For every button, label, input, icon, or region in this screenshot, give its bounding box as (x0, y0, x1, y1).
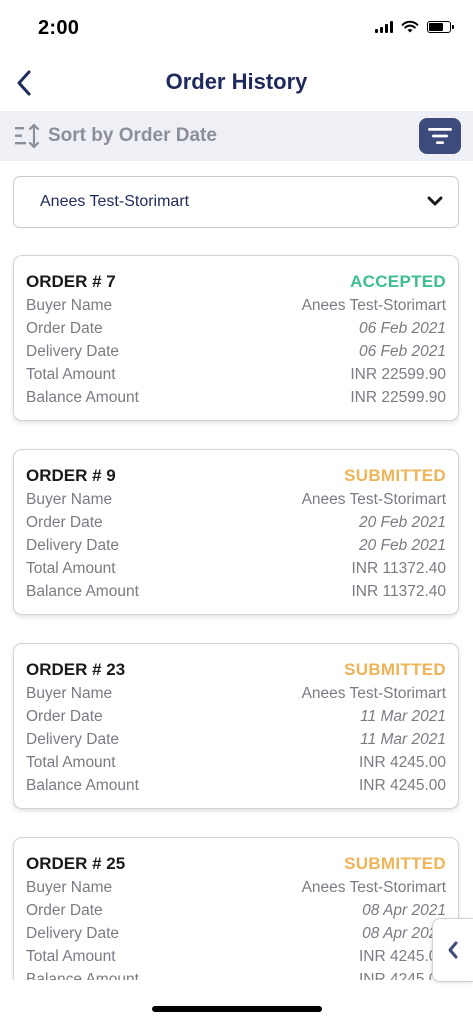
order-card[interactable]: ORDER # 7 ACCEPTED Buyer Name Anees Test… (13, 255, 459, 421)
status-badge: SUBMITTED (344, 660, 446, 679)
order-card[interactable]: ORDER # 23 SUBMITTED Buyer Name Anees Te… (13, 643, 459, 809)
total-amount-label: Total Amount (26, 948, 116, 965)
total-amount-value: INR 22599.90 (350, 366, 446, 383)
balance-amount-value: INR 22599.90 (350, 389, 446, 406)
home-indicator (152, 1006, 322, 1012)
delivery-date-label: Delivery Date (26, 731, 120, 748)
balance-amount-label: Balance Amount (26, 971, 139, 980)
side-drawer-toggle[interactable] (432, 918, 473, 982)
order-date-value: 06 Feb 2021 (358, 320, 446, 337)
status-badge: SUBMITTED (344, 854, 446, 873)
order-date-label: Order Date (26, 514, 103, 531)
total-amount-value: INR 11372.40 (351, 560, 447, 577)
buyer-name-label: Buyer Name (26, 491, 113, 508)
order-date-label: Order Date (26, 902, 103, 919)
buyer-name-label: Buyer Name (26, 879, 113, 896)
buyer-name-label: Buyer Name (26, 297, 113, 314)
balance-amount-value: INR 11372.40 (351, 583, 447, 600)
order-card[interactable]: ORDER # 25 SUBMITTED Buyer Name Anees Te… (13, 837, 459, 980)
order-card[interactable]: ORDER # 9 SUBMITTED Buyer Name Anees Tes… (13, 449, 459, 615)
balance-amount-label: Balance Amount (26, 583, 139, 600)
order-number: ORDER # 25 (26, 854, 126, 873)
order-number: ORDER # 7 (26, 272, 116, 291)
total-amount-label: Total Amount (26, 560, 116, 577)
order-date-value: 20 Feb 2021 (358, 514, 446, 531)
order-number: ORDER # 9 (26, 466, 116, 485)
buyer-name-label: Buyer Name (26, 685, 113, 702)
buyer-name-value: Anees Test-Storimart (301, 685, 446, 702)
order-date-value: 08 Apr 2021 (362, 902, 446, 919)
total-amount-label: Total Amount (26, 754, 116, 771)
delivery-date-value: 11 Mar 2021 (360, 731, 446, 748)
balance-amount-value: INR 4245.00 (358, 777, 446, 794)
delivery-date-value: 20 Feb 2021 (358, 537, 446, 554)
balance-amount-label: Balance Amount (26, 777, 139, 794)
buyer-name-value: Anees Test-Storimart (301, 297, 446, 314)
order-list-viewport: ORDER # 7 ACCEPTED Buyer Name Anees Test… (0, 0, 473, 980)
buyer-name-value: Anees Test-Storimart (301, 491, 446, 508)
balance-amount-label: Balance Amount (26, 389, 139, 406)
status-badge: ACCEPTED (350, 272, 446, 291)
order-date-label: Order Date (26, 708, 103, 725)
order-date-label: Order Date (26, 320, 103, 337)
delivery-date-label: Delivery Date (26, 343, 120, 360)
order-date-value: 11 Mar 2021 (360, 708, 446, 725)
delivery-date-label: Delivery Date (26, 925, 120, 942)
delivery-date-label: Delivery Date (26, 537, 120, 554)
total-amount-label: Total Amount (26, 366, 116, 383)
order-history-screen: 2:00 Order History Sort by Order Date An… (0, 0, 473, 1024)
status-badge: SUBMITTED (344, 466, 446, 485)
total-amount-value: INR 4245.00 (358, 754, 446, 771)
chevron-left-icon (448, 941, 458, 959)
order-number: ORDER # 23 (26, 660, 126, 679)
buyer-name-value: Anees Test-Storimart (301, 879, 446, 896)
delivery-date-value: 06 Feb 2021 (358, 343, 446, 360)
